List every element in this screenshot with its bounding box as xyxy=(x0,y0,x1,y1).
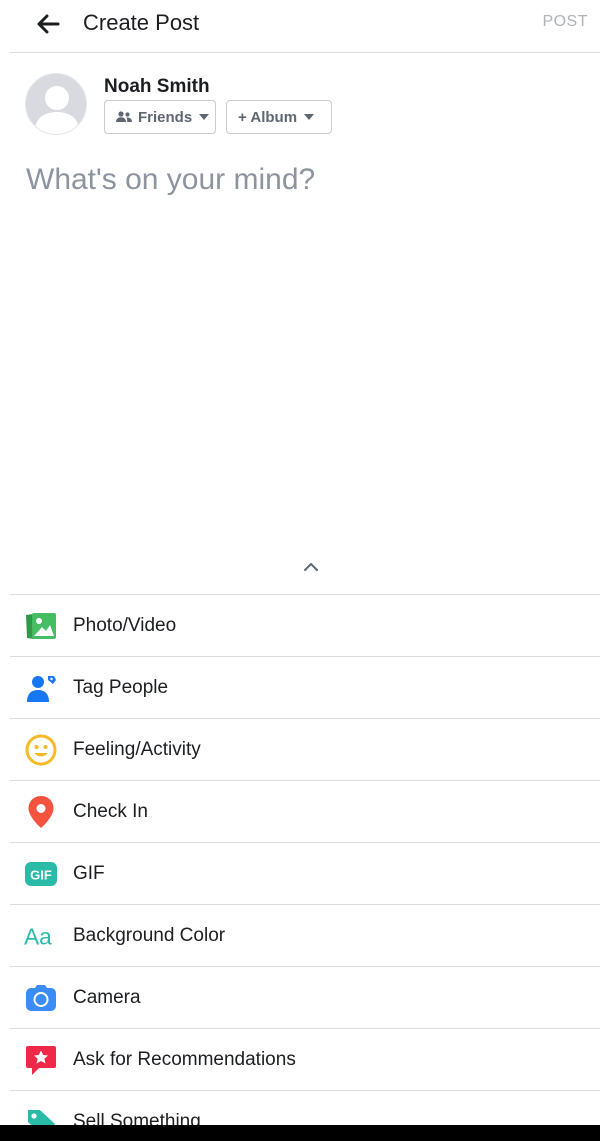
svg-text:GIF: GIF xyxy=(30,868,52,883)
system-navigation-bar xyxy=(0,1125,600,1141)
option-sell-something[interactable]: Sell Something xyxy=(10,1091,600,1125)
user-name: Noah Smith xyxy=(104,76,210,97)
option-tag-people[interactable]: Tag People xyxy=(10,657,600,719)
audience-label: Friends xyxy=(138,108,193,126)
post-button[interactable]: POST xyxy=(542,13,588,31)
post-options-list: Photo/Video Tag People Feeling/Activity … xyxy=(10,594,600,1125)
caret-down-icon xyxy=(304,114,315,120)
sell-icon xyxy=(24,1105,58,1125)
friends-icon xyxy=(116,111,132,123)
recommendations-icon xyxy=(24,1043,58,1077)
option-ask-for-recommendations[interactable]: Ask for Recommendations xyxy=(10,1029,600,1091)
option-label: Check In xyxy=(73,800,148,822)
camera-icon xyxy=(24,981,58,1015)
album-selector[interactable]: + Album xyxy=(226,100,332,134)
option-label: Sell Something xyxy=(73,1110,201,1126)
option-background-color[interactable]: Aa Background Color xyxy=(10,905,600,967)
option-label: Feeling/Activity xyxy=(73,738,201,760)
svg-text:Aa: Aa xyxy=(24,924,52,950)
chevron-up-icon xyxy=(304,562,318,571)
photo-video-icon xyxy=(24,609,58,643)
option-gif[interactable]: GIF GIF xyxy=(10,843,600,905)
option-camera[interactable]: Camera xyxy=(10,967,600,1029)
option-label: Tag People xyxy=(73,676,169,698)
check-in-icon xyxy=(24,795,58,829)
album-label: + Album xyxy=(238,108,298,126)
expand-options-button[interactable] xyxy=(299,556,323,576)
feeling-icon xyxy=(24,733,58,767)
gif-icon: GIF xyxy=(24,857,58,891)
avatar[interactable] xyxy=(25,73,87,135)
option-check-in[interactable]: Check In xyxy=(10,781,600,843)
top-bar: Create Post POST xyxy=(10,0,600,53)
option-label: Camera xyxy=(73,986,141,1008)
post-composer-input[interactable]: What's on your mind? xyxy=(26,163,586,523)
back-button[interactable] xyxy=(30,8,66,40)
option-label: Photo/Video xyxy=(73,614,177,636)
audience-selector[interactable]: Friends xyxy=(104,100,216,134)
option-label: Background Color xyxy=(73,924,226,946)
default-profile-icon xyxy=(34,86,80,134)
option-feeling-activity[interactable]: Feeling/Activity xyxy=(10,719,600,781)
option-label: Ask for Recommendations xyxy=(73,1048,296,1070)
background-color-icon: Aa xyxy=(24,919,58,953)
tag-people-icon xyxy=(24,671,58,705)
option-label: GIF xyxy=(73,862,105,884)
create-post-screen: Create Post POST Noah Smith Friends + Al… xyxy=(10,0,600,1125)
arrow-left-icon xyxy=(37,14,60,34)
option-photo-video[interactable]: Photo/Video xyxy=(10,595,600,657)
page-title: Create Post xyxy=(83,10,200,35)
caret-down-icon xyxy=(199,114,210,120)
